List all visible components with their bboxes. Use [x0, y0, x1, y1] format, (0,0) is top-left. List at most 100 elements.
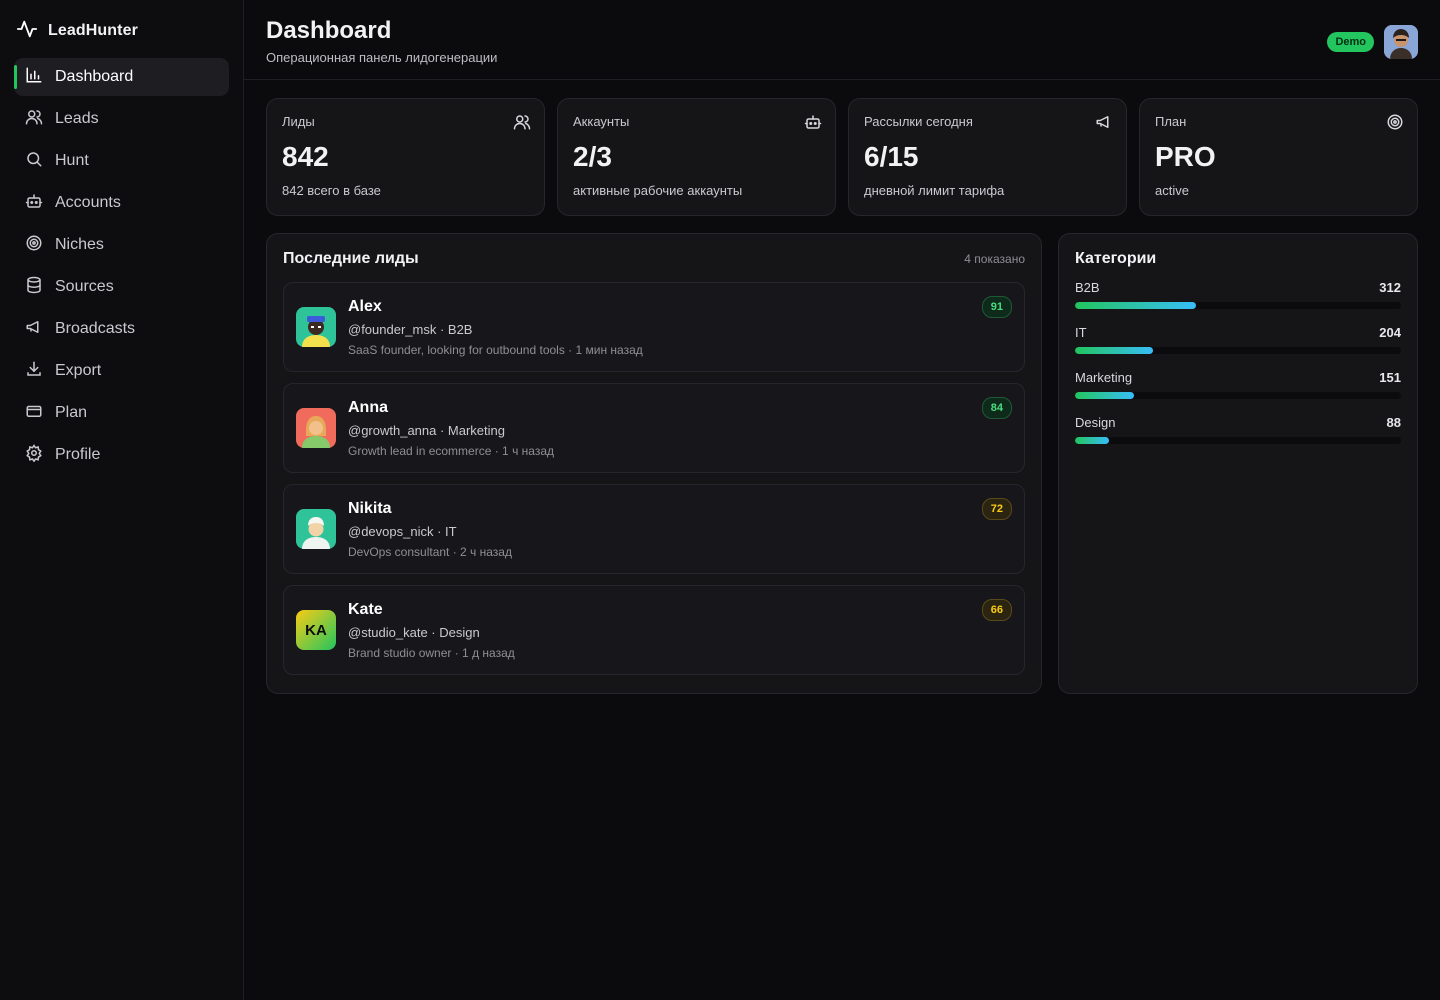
lead-list: Alex @founder_msk · B2B SaaS founder, lo… — [283, 282, 1025, 675]
bot-icon — [25, 192, 43, 215]
stat-value: 842 — [282, 141, 329, 172]
category-count: 312 — [1379, 280, 1401, 295]
category-count: 151 — [1379, 370, 1401, 385]
sidebar-item-dashboard[interactable]: Dashboard — [14, 58, 229, 96]
lead-name: Kate — [348, 600, 383, 618]
avatar-initials: KA — [305, 621, 327, 639]
sidebar-item-label: Leads — [55, 110, 99, 127]
sidebar-item-profile[interactable]: Profile — [14, 436, 229, 474]
stat-label: Рассылки сегодня — [864, 114, 973, 129]
sidebar-item-label: Niches — [55, 236, 104, 253]
megaphone-icon — [1095, 113, 1113, 131]
stat-label: План — [1155, 114, 1187, 129]
stat-sub: дневной лимит тарифа — [864, 183, 1005, 198]
panel-meta: 4 показано — [964, 252, 1025, 266]
sidebar-item-label: Plan — [55, 404, 88, 421]
sidebar: LeadHunter Dashboard Leads Hunt Accounts… — [0, 0, 244, 1000]
lead-name: Nikita — [348, 499, 392, 517]
sidebar-item-label: Dashboard — [55, 68, 134, 85]
lead-handle: @studio_kate · Design — [348, 624, 480, 640]
category-count: 204 — [1379, 325, 1401, 340]
app-root: LeadHunter Dashboard Leads Hunt Accounts… — [0, 0, 1440, 1000]
stat-value: PRO — [1155, 141, 1216, 172]
pulse-icon — [16, 18, 38, 45]
category-bar — [1075, 392, 1401, 399]
brand-logo[interactable]: LeadHunter — [14, 16, 229, 42]
lead-body: Anna @growth_anna · Marketing Growth lea… — [348, 399, 554, 458]
brand-name: LeadHunter — [48, 22, 138, 39]
sidebar-item-leads[interactable]: Leads — [14, 100, 229, 138]
target-icon — [25, 234, 43, 257]
lead-name: Anna — [348, 398, 388, 416]
lead-handle: @devops_nick · IT — [348, 523, 457, 539]
categories-panel: Категории B2B 312 IT 204 Marketing 151 D… — [1058, 233, 1418, 694]
stat-card-leads[interactable]: Лиды 842 842 всего в базе — [266, 98, 545, 216]
category-name: Marketing — [1075, 370, 1133, 385]
lead-desc: SaaS founder, looking for outbound tools… — [348, 342, 643, 357]
download-icon — [25, 360, 43, 383]
users-icon — [25, 108, 43, 131]
lead-card[interactable]: Anna @growth_anna · Marketing Growth lea… — [283, 383, 1025, 473]
sidebar-item-hunt[interactable]: Hunt — [14, 142, 229, 180]
lead-body: Alex @founder_msk · B2B SaaS founder, lo… — [348, 298, 643, 357]
lead-card[interactable]: Nikita @devops_nick · IT DevOps consulta… — [283, 484, 1025, 574]
stat-value: 2/3 — [573, 141, 612, 172]
panels-row: Последние лиды 4 показано Alex @founder_… — [266, 233, 1418, 694]
sidebar-nav: Dashboard Leads Hunt Accounts Niches Sou… — [14, 58, 229, 474]
category-item[interactable]: B2B 312 — [1075, 280, 1401, 309]
sidebar-item-sources[interactable]: Sources — [14, 268, 229, 306]
page-title: Dashboard — [266, 17, 392, 44]
sidebar-item-plan[interactable]: Plan — [14, 394, 229, 432]
recent-leads-panel: Последние лиды 4 показано Alex @founder_… — [266, 233, 1042, 694]
category-bar — [1075, 347, 1401, 354]
category-item[interactable]: Design 88 — [1075, 415, 1401, 444]
avatar-nikita — [296, 509, 336, 549]
stat-card-broadcasts[interactable]: Рассылки сегодня 6/15 дневной лимит тари… — [848, 98, 1127, 216]
lead-desc: DevOps consultant · 2 ч назад — [348, 544, 512, 559]
lead-desc: Brand studio owner · 1 д назад — [348, 645, 515, 660]
avatar[interactable] — [1384, 25, 1418, 59]
category-bar-fill — [1075, 392, 1134, 399]
panel-title: Последние лиды — [283, 250, 419, 267]
category-item[interactable]: Marketing 151 — [1075, 370, 1401, 399]
score-badge: 66 — [981, 599, 1012, 621]
sidebar-item-label: Sources — [55, 278, 114, 295]
lead-body: Kate @studio_kate · Design Brand studio … — [348, 601, 515, 660]
sidebar-item-accounts[interactable]: Accounts — [14, 184, 229, 222]
stat-card-accounts[interactable]: Аккаунты 2/3 активные рабочие аккаунты — [557, 98, 836, 216]
avatar-kate: KA — [296, 610, 336, 650]
sidebar-item-broadcasts[interactable]: Broadcasts — [14, 310, 229, 348]
lead-name: Alex — [348, 297, 382, 315]
lead-card[interactable]: KA Kate @studio_kate · Design Brand stud… — [283, 585, 1025, 675]
sidebar-item-label: Export — [55, 362, 102, 379]
score-badge: 72 — [981, 498, 1012, 520]
stat-sub: активные рабочие аккаунты — [573, 183, 743, 198]
score-badge: 84 — [981, 397, 1012, 419]
lead-handle: @founder_msk · B2B — [348, 321, 473, 337]
panel-header: Последние лиды 4 показано — [283, 250, 1025, 268]
avatar-anna — [296, 408, 336, 448]
category-name: IT — [1075, 325, 1087, 340]
stat-label: Аккаунты — [573, 114, 630, 129]
lead-desc: Growth lead in ecommerce · 1 ч назад — [348, 443, 554, 458]
sidebar-item-label: Broadcasts — [55, 320, 136, 337]
sidebar-item-niches[interactable]: Niches — [14, 226, 229, 264]
lead-card[interactable]: Alex @founder_msk · B2B SaaS founder, lo… — [283, 282, 1025, 372]
category-name: B2B — [1075, 280, 1100, 295]
sidebar-item-label: Hunt — [55, 152, 89, 169]
demo-badge: Demo — [1327, 32, 1374, 52]
panel-title: Категории — [1075, 250, 1157, 267]
sidebar-item-label: Accounts — [55, 194, 121, 211]
page-subtitle: Операционная панель лидогенерации — [266, 50, 498, 65]
bar-chart-icon — [25, 66, 43, 89]
sidebar-item-export[interactable]: Export — [14, 352, 229, 390]
stats-row: Лиды 842 842 всего в базе Аккаунты 2/3 а… — [266, 98, 1418, 216]
search-icon — [25, 150, 43, 173]
content: Лиды 842 842 всего в базе Аккаунты 2/3 а… — [244, 80, 1440, 694]
database-icon — [25, 276, 43, 299]
stat-card-plan[interactable]: План PRO active — [1139, 98, 1418, 216]
lead-body: Nikita @devops_nick · IT DevOps consulta… — [348, 500, 512, 559]
stat-sub: active — [1155, 183, 1189, 198]
top-right: Demo — [1327, 25, 1418, 59]
category-item[interactable]: IT 204 — [1075, 325, 1401, 354]
